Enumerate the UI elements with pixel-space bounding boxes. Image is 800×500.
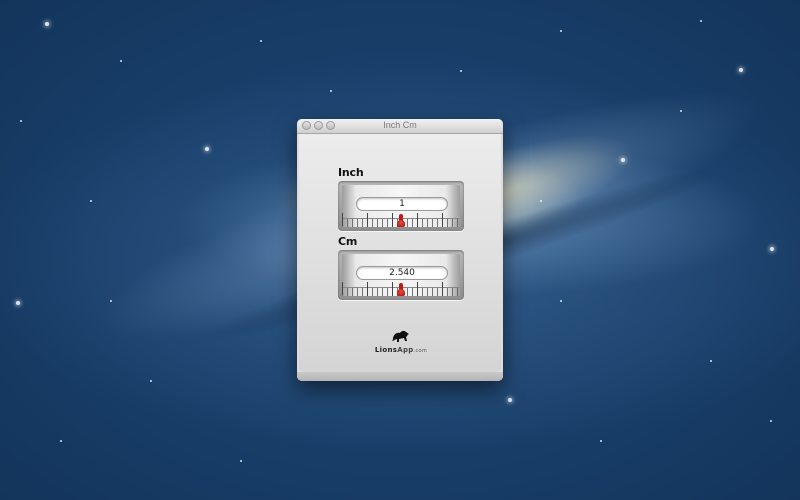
star [710,360,712,362]
star [120,60,122,62]
star [700,20,702,22]
star [739,68,743,72]
cm-ruler-face: 2.540 [342,254,460,296]
inch-label: Inch [338,166,364,179]
inch-ruler[interactable]: 1 [338,181,464,231]
window-content: Inch 1 Cm 2.540 LionsApp.com [299,134,501,372]
window-title: Inch Cm [383,120,417,130]
star [240,460,242,462]
star [460,70,462,72]
window-bottom-bar [297,372,503,381]
app-window: Inch Cm Inch 1 Cm 2.540 LionsApp.com [297,119,503,381]
logo-name-part2: App [397,346,414,354]
star [110,300,112,302]
inch-needle-knob[interactable] [397,220,405,227]
star [560,300,562,302]
star [150,380,152,382]
star [16,301,20,305]
star [770,420,772,422]
star [508,398,512,402]
star [20,120,22,122]
star [205,147,209,151]
cm-value-field[interactable]: 2.540 [356,266,448,280]
cm-label: Cm [338,235,358,248]
logo-name-part1: Lions [374,346,398,354]
star [260,40,262,42]
star [600,440,602,442]
cm-ruler[interactable]: 2.540 [338,250,464,300]
logo-text: LionsApp.com [369,346,433,354]
lionsapp-logo: LionsApp.com [369,329,433,359]
window-titlebar[interactable]: Inch Cm [297,119,503,134]
lion-icon [392,330,409,342]
star [540,200,542,202]
star [621,158,625,162]
star [770,247,774,251]
star [45,22,49,26]
inch-ruler-face: 1 [342,185,460,227]
cm-needle-knob[interactable] [397,289,405,296]
star [90,200,92,202]
desktop-background: Inch Cm Inch 1 Cm 2.540 LionsApp.com [0,0,800,500]
logo-suffix: .com [413,348,428,354]
star [330,90,332,92]
inch-value-field[interactable]: 1 [356,197,448,211]
star [60,440,62,442]
star [560,30,562,32]
star [680,110,682,112]
